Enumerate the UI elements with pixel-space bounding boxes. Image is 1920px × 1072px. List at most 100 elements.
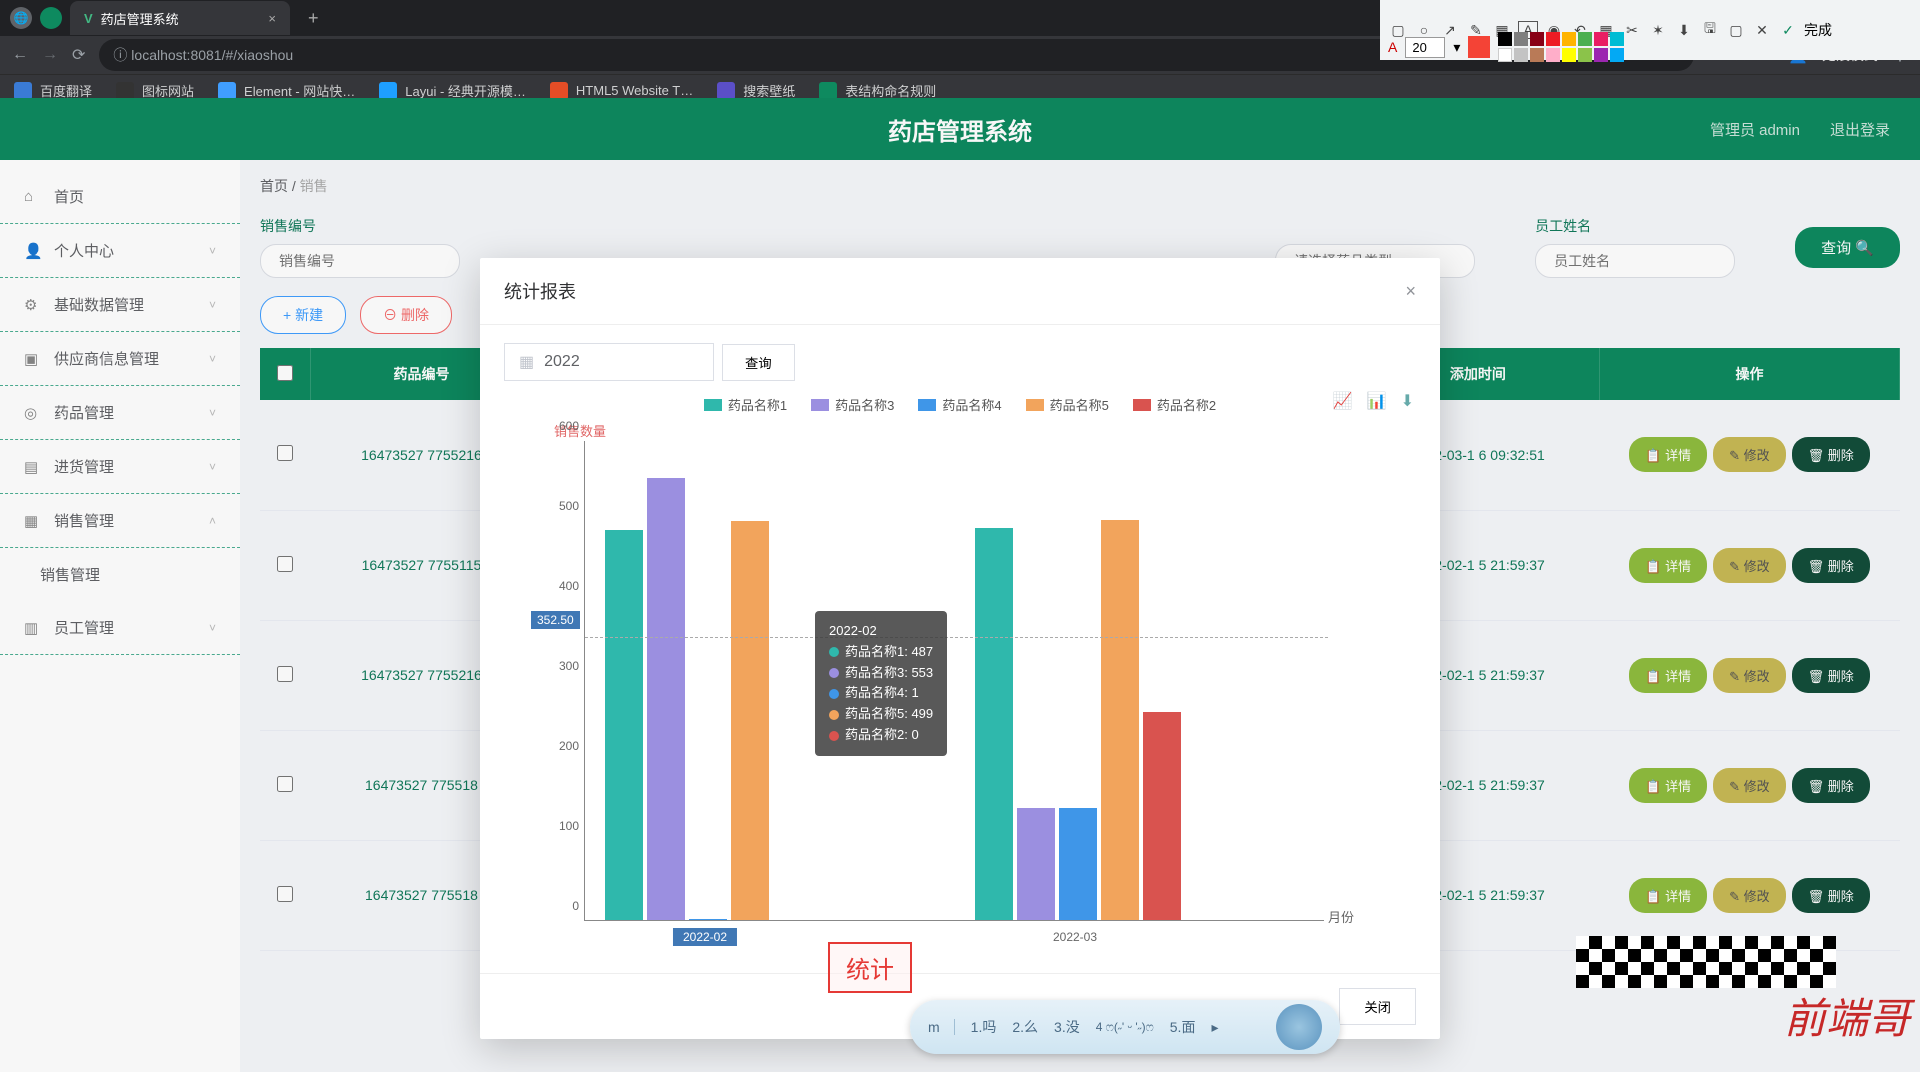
color-swatch[interactable] [1610,48,1624,62]
bar-chart-icon[interactable]: 📊 [1367,391,1387,411]
forward-icon[interactable]: → [42,46,58,64]
ime-cand[interactable]: 2.么 [1012,1017,1038,1037]
legend-swatch-icon [704,399,722,411]
ime-cand[interactable]: 3.没 [1054,1017,1080,1037]
done-label: 完成 [1804,20,1832,40]
reload-icon[interactable]: ⟳ [72,45,85,65]
download-icon[interactable]: ⬇ [1401,391,1414,411]
modal-body: ▦2022 查询 药品名称1 药品名称3 药品名称4 药品名称5 药品名称2 📈 📊 ⬇… [480,325,1440,973]
color-swatch[interactable] [1546,32,1560,46]
new-tab-button[interactable]: + [298,8,329,29]
color-swatch[interactable] [1610,32,1624,46]
close-icon[interactable]: × [268,11,276,26]
color-swatch[interactable] [1530,48,1544,62]
ime-cand[interactable]: 1.吗 [971,1017,997,1037]
dropdown-icon[interactable]: ▾ [1453,39,1460,56]
x-axis-title: 月份 [1328,907,1354,926]
x-tick-label: 2022-02 [673,928,737,946]
color-swatch[interactable] [1562,48,1576,62]
ime-next-icon[interactable]: ▸ [1211,1019,1218,1036]
ime-logo-icon[interactable] [1276,1004,1322,1050]
stats-modal: 统计报表 × ▦2022 查询 药品名称1药品名称3药品名称4药品名称5药品名称… [480,258,1440,1039]
ok-icon[interactable]: ✓ [1778,22,1798,39]
fontsize-input[interactable] [1405,37,1445,58]
bookmark-item[interactable]: HTML5 Website T… [550,82,693,100]
bar[interactable] [1017,808,1055,920]
ime-input: m [928,1019,955,1035]
year-input[interactable]: ▦2022 [504,343,714,381]
legend-item[interactable]: 药品名称5 [1026,395,1109,414]
y-tick: 0 [545,899,579,913]
average-line [585,637,1328,638]
line-chart-icon[interactable]: 📈 [1333,391,1353,411]
watermark: 前端哥 [1784,985,1910,1046]
pixelated-region [1576,936,1836,988]
color-swatch[interactable] [1514,48,1528,62]
ime-cand[interactable]: 5.面 [1170,1017,1196,1037]
color-swatch[interactable] [1530,32,1544,46]
chart-toolbar: 📈 📊 ⬇ [1333,391,1414,411]
bar[interactable] [1059,808,1097,920]
copy-icon[interactable]: ▢ [1726,22,1746,39]
bar[interactable] [689,919,727,920]
bar[interactable] [605,530,643,920]
back-icon[interactable]: ← [12,46,28,64]
color-swatch[interactable] [1594,32,1608,46]
ime-candidate-bar[interactable]: m 1.吗 2.么 3.没 4 ෆ(˶' ᵕ '˶)ෆ 5.面 ▸ [910,1000,1340,1054]
save-icon[interactable]: 🖫 [1700,18,1720,42]
globe-icon[interactable]: 🌐 [10,7,32,29]
font-a-icon: A [1388,39,1397,55]
browser-tab[interactable]: V 药店管理系统 × [70,1,290,35]
color-swatch[interactable] [1578,32,1592,46]
download-icon[interactable]: ⬇ [1674,22,1694,39]
color-swatch[interactable] [1546,48,1560,62]
color-swatch[interactable] [1562,32,1576,46]
legend-item[interactable]: 药品名称2 [1133,395,1216,414]
legend-swatch-icon [1026,399,1044,411]
y-tick: 500 [545,499,579,513]
dev-toolbar: ▢ ○ ↗ ✎ ▦ A ◉ ↶ ▦ ✂ ✶ ⬇ 🖫 ▢ ✕ ✓ 完成 A ▾ [1380,0,1920,60]
legend-item[interactable]: 药品名称4 [918,395,1001,414]
modal-query-button[interactable]: 查询 [722,344,795,381]
legend-item[interactable]: 药品名称3 [811,395,894,414]
legend-swatch-icon [811,399,829,411]
modal-close-button[interactable]: 关闭 [1339,988,1416,1025]
close-icon[interactable]: × [1405,281,1416,302]
vue-icon: V [84,11,93,26]
y-tick: 400 [545,579,579,593]
legend-swatch-icon [918,399,936,411]
bar[interactable] [731,521,769,920]
color-swatch[interactable] [1468,36,1490,58]
legend: 药品名称1 药品名称3 药品名称4 药品名称5 药品名称2 [504,395,1416,414]
color-swatch[interactable] [1498,32,1512,46]
chart-tooltip: 2022-02药品名称1: 487药品名称3: 553药品名称4: 1药品名称5… [815,611,947,756]
ime-cand[interactable]: 4 ෆ(˶' ᵕ '˶)ෆ [1096,1020,1154,1035]
average-label: 352.50 [531,611,580,629]
y-tick: 300 [545,659,579,673]
chart: 药品名称1药品名称3药品名称4药品名称5药品名称2 📈 📊 ⬇ 销售数量 月份 … [504,395,1416,955]
plot-area[interactable]: 月份 01002003004005006002022-022022-03352.… [584,441,1324,921]
legend-swatch-icon [1133,399,1151,411]
modal-mask: 统计报表 × ▦2022 查询 药品名称1药品名称3药品名称4药品名称5药品名称… [0,98,1920,1072]
color-swatch[interactable] [1594,48,1608,62]
legend-item[interactable]: 药品名称1 [704,395,787,414]
bar[interactable] [647,478,685,920]
target-icon[interactable]: ✶ [1648,22,1668,39]
bar[interactable] [1101,520,1139,920]
y-tick: 200 [545,739,579,753]
app-icon[interactable] [40,7,62,29]
color-swatch[interactable] [1514,32,1528,46]
x-tick-label: 2022-03 [1043,928,1107,946]
y-tick: 600 [545,419,579,433]
y-tick: 100 [545,819,579,833]
annotation-box: 统计 [828,942,912,993]
color-swatch[interactable] [1578,48,1592,62]
tab-title: 药店管理系统 [101,9,179,28]
color-swatch[interactable] [1498,48,1512,62]
exit-icon[interactable]: ✕ [1752,22,1772,39]
modal-title: 统计报表 [504,278,576,304]
modal-header: 统计报表 × [480,258,1440,325]
pin-icon[interactable]: ✂ [1622,22,1642,39]
bar[interactable] [975,528,1013,920]
bar[interactable] [1143,712,1181,920]
